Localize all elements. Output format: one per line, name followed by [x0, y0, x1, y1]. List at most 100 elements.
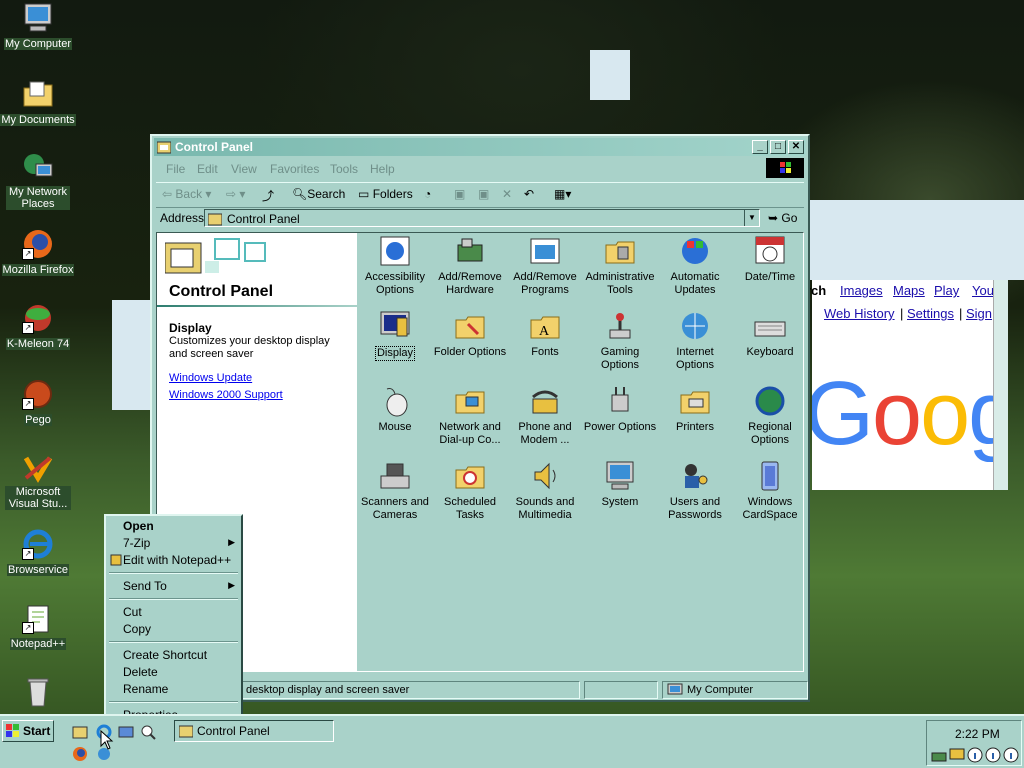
quicklaunch-firefox-icon[interactable]	[72, 746, 88, 762]
cp-item-add-remove-hardware[interactable]: Add/Remove Hardware	[432, 235, 508, 297]
browser-link-images[interactable]: Images	[840, 283, 883, 298]
desktop-icon-my-network-places[interactable]: My Network Places	[0, 152, 76, 210]
cp-item-users-passwords[interactable]: Users and Passwords	[657, 460, 733, 522]
menu-file[interactable]: File	[166, 162, 185, 176]
menu-view[interactable]: View	[231, 162, 257, 176]
cp-item-add-remove-programs[interactable]: Add/Remove Programs	[507, 235, 583, 297]
desktop-icon-notepad-plus-plus[interactable]: ↗ Notepad++	[0, 602, 76, 650]
menu-item-7zip[interactable]: 7-Zip	[123, 536, 150, 550]
cp-item-phone-modem[interactable]: Phone and Modem ...	[507, 385, 583, 447]
start-button[interactable]: Start	[2, 720, 54, 742]
taskbar-button-control-panel[interactable]: Control Panel	[174, 720, 334, 742]
go-label: Go	[781, 211, 798, 225]
cp-item-administrative-tools[interactable]: Administrative Tools	[582, 235, 658, 297]
browser-link-web-history[interactable]: Web History	[824, 306, 895, 321]
browser-link-sign-in[interactable]: Sign	[966, 306, 992, 321]
notepad-plus-plus-small-icon	[110, 554, 122, 569]
quicklaunch-search-icon[interactable]	[140, 724, 156, 740]
desktop-icon-visual-studio[interactable]: Microsoft Visual Stu...	[0, 452, 76, 510]
desktop-icon-firefox[interactable]: ↗ Mozilla Firefox	[0, 228, 76, 276]
menu-item-delete[interactable]: Delete	[123, 665, 158, 679]
tray-monitor-icon[interactable]	[949, 747, 965, 766]
go-button[interactable]: ➥ Go	[768, 211, 797, 225]
undo-icon[interactable]: ↶	[524, 187, 534, 201]
forward-button[interactable]: ⇨ ▾	[226, 187, 245, 201]
desktop-icon-browservice[interactable]: ↗ Browservice	[0, 528, 76, 576]
tray-info-icon[interactable]	[985, 747, 1001, 766]
cp-item-mouse[interactable]: Mouse	[357, 385, 433, 434]
browser-scrollbar[interactable]	[993, 280, 1008, 490]
selected-item-name: Display	[169, 321, 212, 335]
cp-item-fonts[interactable]: A Fonts	[507, 310, 583, 359]
cp-item-system[interactable]: System	[582, 460, 658, 509]
tray-network-icon[interactable]	[931, 747, 947, 766]
cp-item-scanners-cameras[interactable]: Scanners and Cameras	[357, 460, 433, 522]
browser-link-youtube[interactable]: You	[972, 283, 994, 298]
cp-item-sounds-multimedia[interactable]: Sounds and Multimedia	[507, 460, 583, 522]
cp-item-date-time[interactable]: Date/Time	[732, 235, 808, 284]
cp-item-scheduled-tasks[interactable]: Scheduled Tasks	[432, 460, 508, 522]
history-icon[interactable]: ◔	[424, 187, 431, 201]
link-windows-update[interactable]: Windows Update	[169, 372, 252, 384]
menu-item-create-shortcut[interactable]: Create Shortcut	[123, 648, 207, 662]
cp-item-label: Network and Dial-up Co...	[439, 421, 501, 446]
menu-item-send-to[interactable]: Send To	[123, 579, 167, 593]
cp-item-label: Display	[374, 346, 416, 361]
tray-info-icon[interactable]	[1003, 747, 1019, 766]
quicklaunch-desktop-icon[interactable]	[72, 724, 88, 740]
clock[interactable]: 2:22 PM	[955, 727, 1000, 741]
cp-item-automatic-updates[interactable]: Automatic Updates	[657, 235, 733, 297]
menu-tools[interactable]: Tools	[330, 162, 358, 176]
shortcut-arrow-icon: ↗	[22, 248, 34, 260]
cp-item-regional-options[interactable]: Regional Options	[732, 385, 808, 447]
folders-button[interactable]: ▭ Folders	[358, 187, 413, 201]
search-button[interactable]: 🔍︎Search	[292, 187, 345, 201]
address-dropdown-icon[interactable]: ▼	[744, 210, 759, 226]
desktop-icon-my-computer[interactable]: My Computer	[0, 2, 76, 50]
cp-item-label: Internet Options	[676, 346, 714, 371]
browser-link-play[interactable]: Play	[934, 283, 959, 298]
cp-item-network-dialup[interactable]: Network and Dial-up Co...	[432, 385, 508, 447]
delete-icon[interactable]: ✕	[502, 187, 512, 201]
cp-item-windows-cardspace[interactable]: Windows CardSpace	[732, 460, 808, 522]
copy-to-icon[interactable]: ▣	[478, 187, 489, 201]
up-folder-icon[interactable]: ⤴	[262, 187, 274, 204]
menu-item-cut[interactable]: Cut	[123, 605, 142, 619]
quicklaunch-outlook-icon[interactable]	[118, 724, 134, 740]
menu-edit[interactable]: Edit	[197, 162, 218, 176]
link-windows-2000-support[interactable]: Windows 2000 Support	[169, 389, 283, 401]
browser-link-settings[interactable]: Settings	[907, 306, 954, 321]
cp-item-display[interactable]: Display	[357, 310, 433, 361]
menu-favorites[interactable]: Favorites	[270, 162, 319, 176]
cp-item-keyboard[interactable]: Keyboard	[732, 310, 808, 359]
address-field[interactable]: Control Panel ▼	[204, 209, 760, 227]
menu-item-rename[interactable]: Rename	[123, 682, 168, 696]
desktop-icon-label: My Computer	[3, 38, 73, 50]
tray-info-icon[interactable]	[967, 747, 983, 766]
title-bar[interactable]: Control Panel _ □ ✕	[154, 138, 806, 156]
cp-item-accessibility-options[interactable]: Accessibility Options	[357, 235, 433, 297]
cp-item-folder-options[interactable]: Folder Options	[432, 310, 508, 359]
desktop-icon-recycle-bin[interactable]	[0, 676, 76, 710]
desktop-icon-my-documents[interactable]: My Documents	[0, 78, 76, 126]
cp-item-internet-options[interactable]: Internet Options	[657, 310, 733, 372]
close-button[interactable]: ✕	[788, 140, 804, 154]
views-icon[interactable]: ▦▾	[554, 187, 571, 201]
menu-help[interactable]: Help	[370, 162, 395, 176]
menu-item-edit-with-notepad[interactable]: Edit with Notepad++	[123, 553, 231, 567]
menu-item-open[interactable]: Open	[123, 519, 154, 533]
cp-item-label: Windows CardSpace	[742, 496, 798, 521]
desktop-icon-pego[interactable]: ↗ Pego	[0, 378, 76, 426]
menu-item-copy[interactable]: Copy	[123, 622, 151, 636]
maximize-button[interactable]: □	[770, 140, 786, 154]
move-to-icon[interactable]: ▣	[454, 187, 465, 201]
recycle-bin-icon	[22, 676, 54, 708]
cp-item-power-options[interactable]: Power Options	[582, 385, 658, 434]
cp-item-printers[interactable]: Printers	[657, 385, 733, 434]
browser-link-maps[interactable]: Maps	[893, 283, 925, 298]
cp-item-gaming-options[interactable]: Gaming Options	[582, 310, 658, 372]
desktop-icon-k-meleon[interactable]: ↗ K-Meleon 74	[0, 302, 76, 350]
back-button[interactable]: ⇦ Back ▾	[162, 187, 211, 201]
minimize-button[interactable]: _	[752, 140, 768, 154]
scheduled-tasks-icon	[454, 460, 486, 492]
